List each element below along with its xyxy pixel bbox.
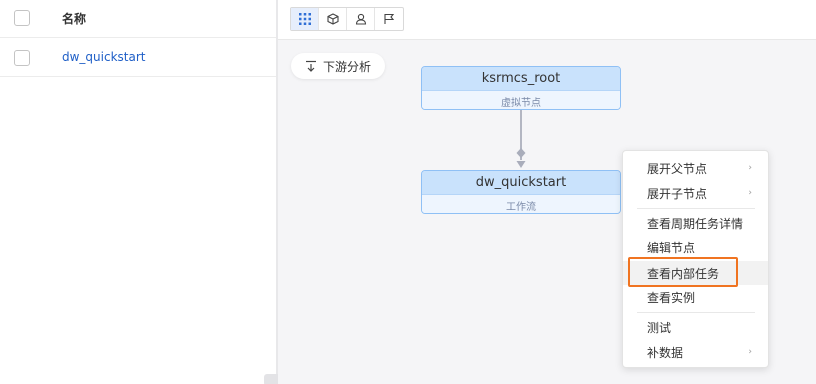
menu-item-label: 查看内部任务 <box>647 266 720 281</box>
node-context-menu: 展开父节点 › 展开子节点 › 查看周期任务详情 编辑节点 查看内部任务 查看实… <box>622 150 769 368</box>
node-name-link[interactable]: dw_quickstart <box>62 50 145 64</box>
node-list-panel: 名称 dw_quickstart <box>0 0 276 384</box>
dag-node-root[interactable]: ksrmcs_root 虚拟节点 <box>421 66 621 110</box>
menu-item-label: 查看实例 <box>647 290 696 305</box>
table-row[interactable]: dw_quickstart <box>0 39 276 77</box>
node-type: 工作流 <box>422 194 620 213</box>
menu-item-label: 查看周期任务详情 <box>647 216 744 231</box>
menu-item-label: 编辑节点 <box>647 240 696 255</box>
menu-divider <box>637 312 755 313</box>
menu-item-label: 补数据 <box>647 345 684 360</box>
dag-node-dw-quickstart[interactable]: dw_quickstart 工作流 <box>421 170 621 214</box>
table-header: 名称 <box>0 0 276 38</box>
menu-item-expand-parent[interactable]: 展开父节点 › <box>623 156 768 180</box>
chevron-right-icon: › <box>748 163 752 173</box>
row-checkbox[interactable] <box>14 50 30 66</box>
chevron-right-icon: › <box>748 188 752 198</box>
column-header-name: 名称 <box>62 12 87 26</box>
chevron-right-icon: › <box>748 347 752 357</box>
menu-item-view-periodic-task-details[interactable]: 查看周期任务详情 <box>623 211 768 235</box>
menu-item-label: 测试 <box>647 320 672 335</box>
menu-item-backfill-data[interactable]: 补数据 › <box>623 340 768 364</box>
menu-divider <box>637 208 755 209</box>
menu-item-label: 展开父节点 <box>647 161 708 176</box>
menu-item-test[interactable]: 测试 <box>623 315 768 339</box>
menu-item-view-instances[interactable]: 查看实例 <box>623 285 768 309</box>
node-title: ksrmcs_root <box>422 67 620 90</box>
menu-item-view-internal-tasks[interactable]: 查看内部任务 <box>623 261 768 285</box>
menu-item-label: 展开子节点 <box>647 186 708 201</box>
node-type: 虚拟节点 <box>422 90 620 109</box>
menu-item-expand-children[interactable]: 展开子节点 › <box>623 181 768 205</box>
node-title: dw_quickstart <box>422 171 620 194</box>
select-all-checkbox[interactable] <box>14 10 30 26</box>
menu-item-edit-node[interactable]: 编辑节点 <box>623 235 768 259</box>
